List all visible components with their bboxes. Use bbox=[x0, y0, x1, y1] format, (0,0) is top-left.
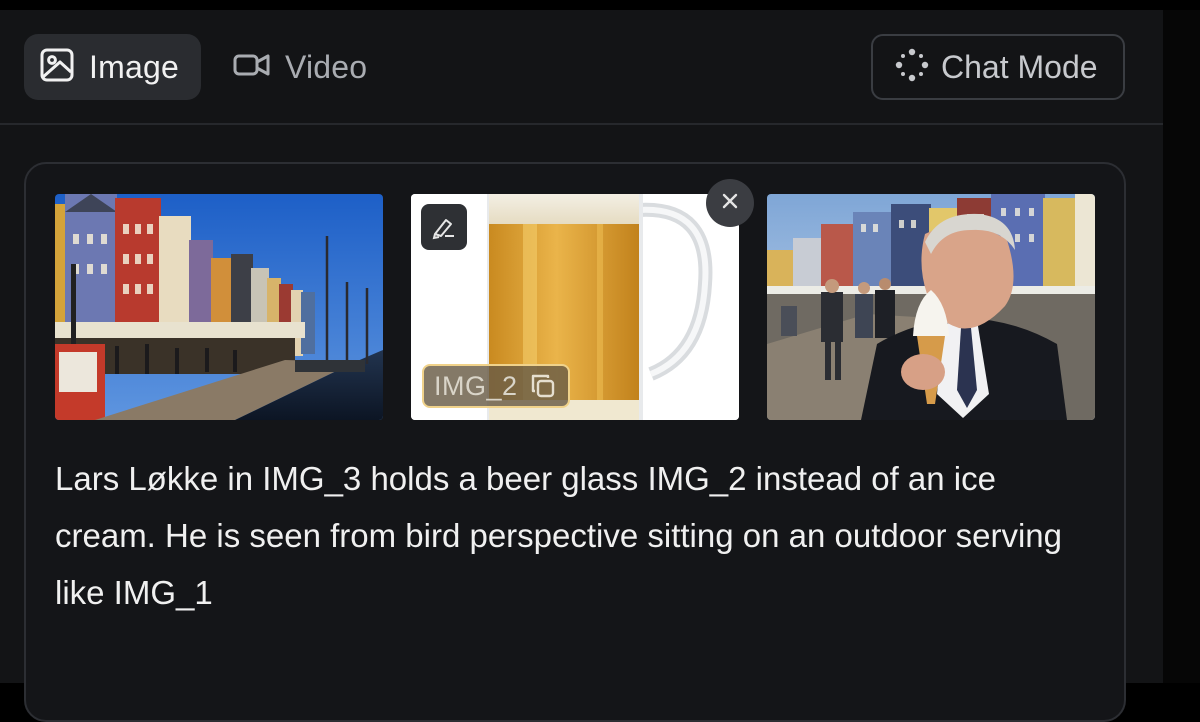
chat-mode-label: Chat Mode bbox=[941, 48, 1098, 85]
prompt-text[interactable]: Lars Løkke in IMG_3 holds a beer glass I… bbox=[55, 450, 1095, 621]
edit-image-button[interactable] bbox=[421, 204, 467, 250]
chat-mode-button[interactable]: Chat Mode bbox=[871, 34, 1125, 100]
mode-header: Image Video Chat Mode bbox=[0, 10, 1163, 125]
image-tag-label: IMG_2 bbox=[434, 370, 518, 401]
tab-video[interactable]: Video bbox=[218, 34, 388, 100]
close-icon bbox=[720, 191, 740, 216]
video-camera-icon bbox=[233, 51, 271, 84]
harbour-photo bbox=[55, 194, 383, 420]
tab-image-label: Image bbox=[89, 48, 179, 85]
copy-icon bbox=[530, 373, 556, 399]
edit-brush-icon bbox=[431, 214, 457, 240]
attachment-thumbnail-3[interactable] bbox=[767, 194, 1095, 420]
tab-video-label: Video bbox=[285, 48, 368, 85]
image-reference-tag[interactable]: IMG_2 bbox=[422, 364, 570, 408]
image-icon bbox=[39, 47, 75, 88]
sparkle-dots-icon bbox=[895, 48, 929, 87]
tab-image[interactable]: Image bbox=[24, 34, 201, 100]
prompt-card[interactable]: IMG_2 Lars Løkke in IMG_3 holds a beer g… bbox=[24, 162, 1126, 722]
remove-attachment-button[interactable] bbox=[706, 179, 754, 227]
attachment-thumbnail-1[interactable] bbox=[55, 194, 383, 420]
portrait-photo bbox=[767, 194, 1095, 420]
attachment-thumbnail-2[interactable]: IMG_2 bbox=[411, 194, 739, 420]
app-window: Image Video Chat Mode IMG_2 Lars Løkke i… bbox=[0, 10, 1163, 722]
scrollbar-gutter bbox=[1163, 10, 1200, 683]
